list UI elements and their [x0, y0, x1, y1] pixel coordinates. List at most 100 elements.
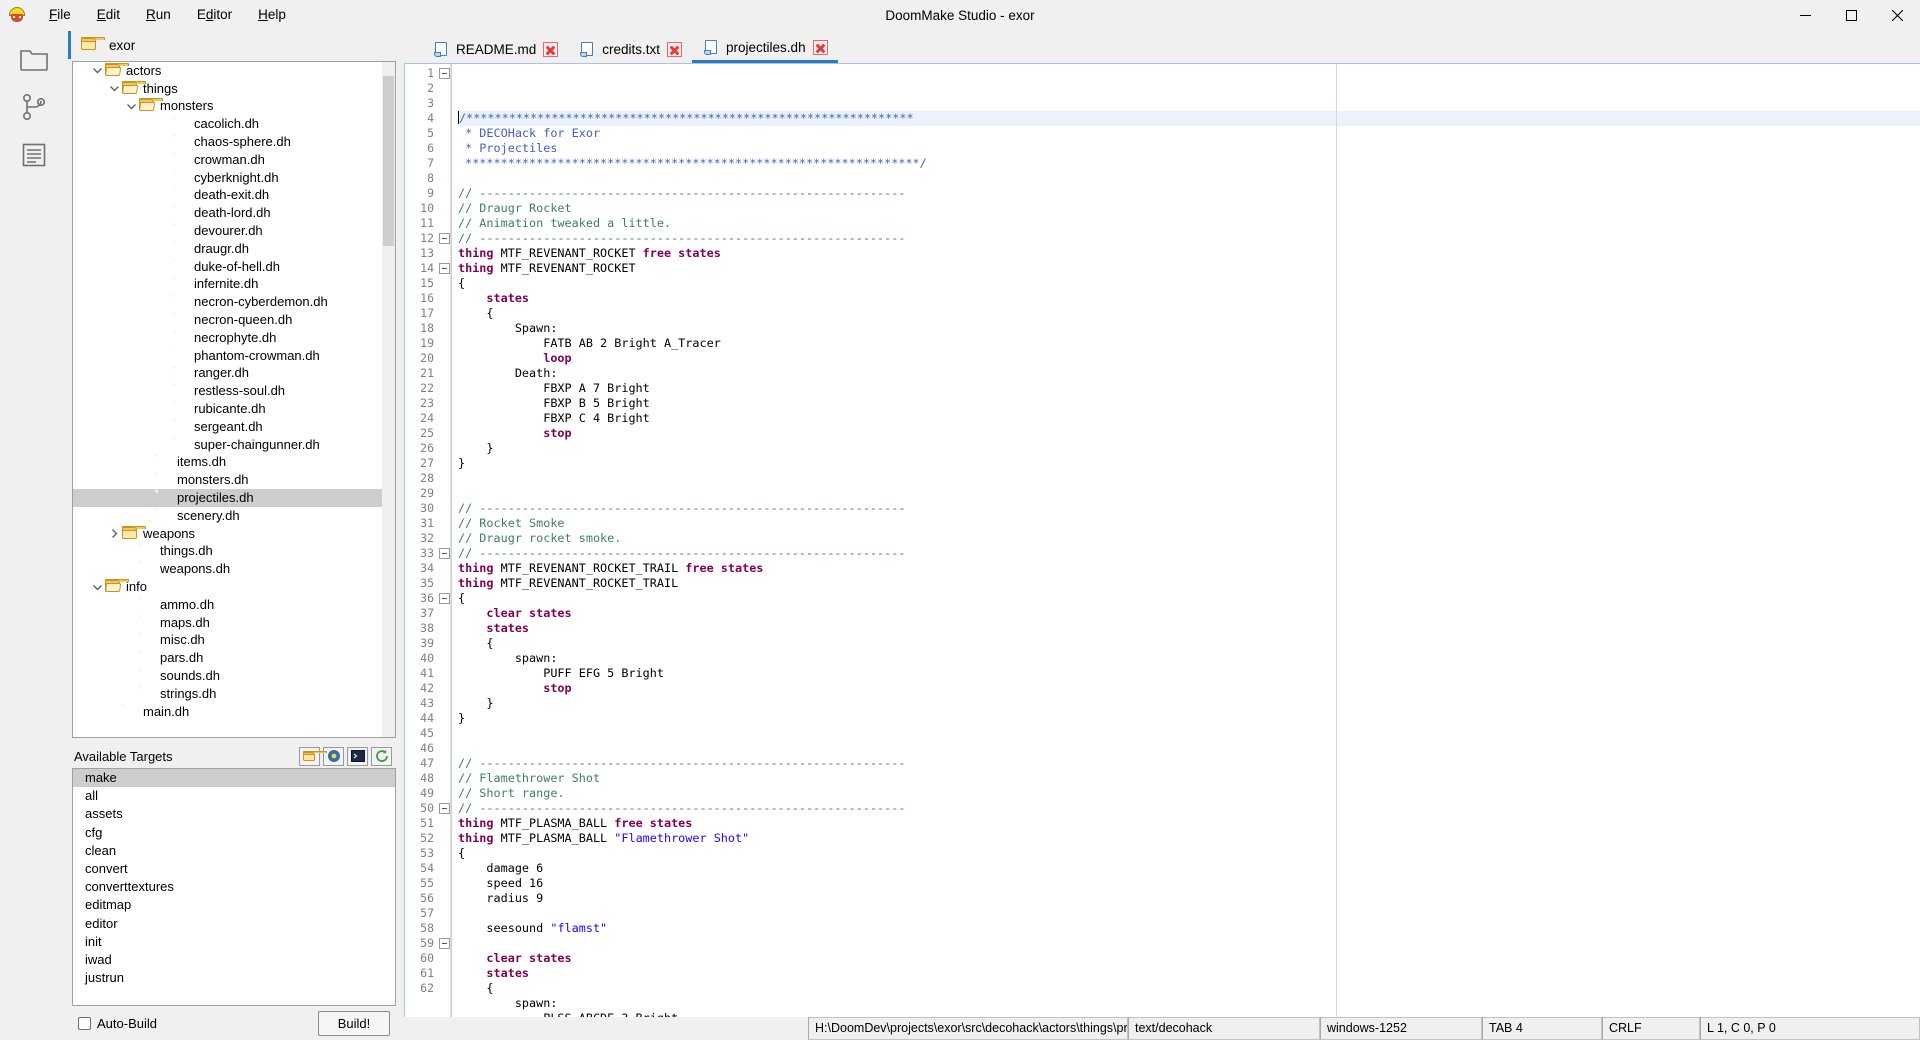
- code-line[interactable]: {: [458, 276, 1920, 291]
- code-line[interactable]: * DECOHack for Exor: [458, 126, 1920, 141]
- code-line[interactable]: [458, 171, 1920, 186]
- targets-list[interactable]: make all assets cfg clean convert converttextu…: [72, 768, 396, 1006]
- code-line[interactable]: states: [458, 621, 1920, 636]
- tree-file[interactable]: strings.dh: [73, 685, 395, 703]
- tree-folder[interactable]: weapons: [73, 525, 395, 543]
- code-line[interactable]: seesound "flamst": [458, 921, 1920, 936]
- code-line[interactable]: // -------------------------------------…: [458, 801, 1920, 816]
- tree-file[interactable]: death-exit.dh: [73, 187, 395, 205]
- refresh-icon[interactable]: [371, 746, 392, 766]
- tree-file[interactable]: cacolich.dh: [73, 115, 395, 133]
- code-line[interactable]: FBXP C 4 Bright: [458, 411, 1920, 426]
- code-line[interactable]: thing MTF_REVENANT_ROCKET_TRAIL: [458, 576, 1920, 591]
- tree-folder[interactable]: things: [73, 80, 395, 98]
- editor-tab[interactable]: projectiles.dh: [692, 35, 838, 64]
- file-tree-scrollbar[interactable]: [382, 62, 395, 737]
- code-line[interactable]: thing MTF_PLASMA_BALL free states: [458, 816, 1920, 831]
- tree-file[interactable]: projectiles.dh: [73, 489, 395, 507]
- tree-file[interactable]: sergeant.dh: [73, 418, 395, 436]
- code-line[interactable]: [458, 471, 1920, 486]
- source-control-icon[interactable]: [10, 85, 58, 129]
- tree-folder[interactable]: info: [73, 578, 395, 596]
- target-item[interactable]: make: [73, 769, 395, 788]
- code-line[interactable]: [458, 741, 1920, 756]
- code-line[interactable]: /***************************************…: [458, 111, 1920, 127]
- tree-file[interactable]: necrophyte.dh: [73, 329, 395, 347]
- close-icon[interactable]: [543, 41, 559, 57]
- target-item[interactable]: init: [73, 933, 395, 951]
- fold-toggle-icon[interactable]: [439, 593, 450, 605]
- code-line[interactable]: states: [458, 966, 1920, 981]
- tree-file[interactable]: chaos-sphere.dh: [73, 133, 395, 151]
- code-line[interactable]: spawn:: [458, 651, 1920, 666]
- tree-file[interactable]: items.dh: [73, 454, 395, 472]
- code-line[interactable]: FATB AB 2 Bright A_Tracer: [458, 336, 1920, 351]
- close-icon[interactable]: [667, 41, 683, 57]
- fold-toggle-icon[interactable]: [439, 548, 450, 560]
- code-line[interactable]: {: [458, 846, 1920, 861]
- auto-build-checkbox[interactable]: Auto-Build: [78, 1016, 157, 1031]
- tree-file[interactable]: monsters.dh: [73, 471, 395, 489]
- menu-edit[interactable]: Edit: [84, 3, 133, 27]
- code-line[interactable]: // Short range.: [458, 786, 1920, 801]
- tree-file[interactable]: necron-cyberdemon.dh: [73, 293, 395, 311]
- close-icon[interactable]: [812, 40, 828, 56]
- tree-file[interactable]: rubicante.dh: [73, 400, 395, 418]
- chevron-down-icon[interactable]: [89, 63, 105, 79]
- target-item[interactable]: iwad: [73, 951, 395, 969]
- code-line[interactable]: // -------------------------------------…: [458, 501, 1920, 516]
- code-line[interactable]: [458, 726, 1920, 741]
- code-line[interactable]: // Rocket Smoke: [458, 516, 1920, 531]
- chevron-down-icon[interactable]: [106, 81, 122, 97]
- editor-tab[interactable]: credits.txt: [568, 35, 692, 63]
- tree-file[interactable]: misc.dh: [73, 632, 395, 650]
- code-editor[interactable]: 1 2 3 4 5 6 7 8 9 10 11 12 13 14 15 16 17 18 19 20 21 22 23 24 2…: [404, 63, 1920, 1017]
- tree-file[interactable]: main.dh: [73, 703, 395, 721]
- fold-toggle-icon[interactable]: [439, 803, 450, 815]
- code-line[interactable]: PUFF EFG 5 Bright: [458, 666, 1920, 681]
- documents-icon[interactable]: [10, 133, 58, 177]
- code-line[interactable]: // -------------------------------------…: [458, 546, 1920, 561]
- code-line[interactable]: thing MTF_REVENANT_ROCKET free states: [458, 246, 1920, 261]
- tree-file[interactable]: phantom-crowman.dh: [73, 347, 395, 365]
- code-line[interactable]: clear states: [458, 951, 1920, 966]
- fold-toggle-icon[interactable]: [439, 263, 450, 275]
- code-line[interactable]: spawn:: [458, 996, 1920, 1011]
- code-line[interactable]: stop: [458, 681, 1920, 696]
- fold-toggle-icon[interactable]: [439, 938, 450, 950]
- code-line[interactable]: stop: [458, 426, 1920, 441]
- code-line[interactable]: }: [458, 696, 1920, 711]
- editor-tab[interactable]: README.md: [422, 35, 568, 63]
- code-line[interactable]: }: [458, 456, 1920, 471]
- code-line[interactable]: states: [458, 291, 1920, 306]
- close-button[interactable]: [1874, 0, 1920, 31]
- target-item[interactable]: cfg: [73, 824, 395, 842]
- target-item[interactable]: convert: [73, 860, 395, 878]
- code-line[interactable]: {: [458, 306, 1920, 321]
- code-line[interactable]: // Flamethrower Shot: [458, 771, 1920, 786]
- target-item[interactable]: all: [73, 787, 395, 805]
- code-line[interactable]: ****************************************…: [458, 156, 1920, 171]
- code-line[interactable]: * Projectiles: [458, 141, 1920, 156]
- project-explorer-icon[interactable]: [10, 37, 58, 81]
- code-line[interactable]: Spawn:: [458, 321, 1920, 336]
- menu-file[interactable]: File: [36, 3, 84, 27]
- build-button[interactable]: Build!: [318, 1010, 390, 1036]
- tree-file[interactable]: scenery.dh: [73, 507, 395, 525]
- tree-file[interactable]: infernite.dh: [73, 276, 395, 294]
- code-line[interactable]: {: [458, 636, 1920, 651]
- tree-folder[interactable]: actors: [73, 62, 395, 80]
- tree-file[interactable]: crowman.dh: [73, 151, 395, 169]
- code-line[interactable]: }: [458, 441, 1920, 456]
- code-line[interactable]: thing MTF_PLASMA_BALL "Flamethrower Shot…: [458, 831, 1920, 846]
- target-item[interactable]: converttextures: [73, 878, 395, 896]
- chevron-right-icon[interactable]: [106, 526, 122, 542]
- chevron-down-icon[interactable]: [123, 98, 139, 114]
- target-item[interactable]: editmap: [73, 896, 395, 914]
- code-line[interactable]: thing MTF_REVENANT_ROCKET_TRAIL free sta…: [458, 561, 1920, 576]
- status-encoding[interactable]: windows-1252: [1320, 1016, 1482, 1040]
- code-line[interactable]: PLSS ABCDE 3 Bright: [458, 1011, 1920, 1016]
- code-line[interactable]: // -------------------------------------…: [458, 756, 1920, 771]
- code-line[interactable]: FBXP A 7 Bright: [458, 381, 1920, 396]
- code-line[interactable]: radius 9: [458, 891, 1920, 906]
